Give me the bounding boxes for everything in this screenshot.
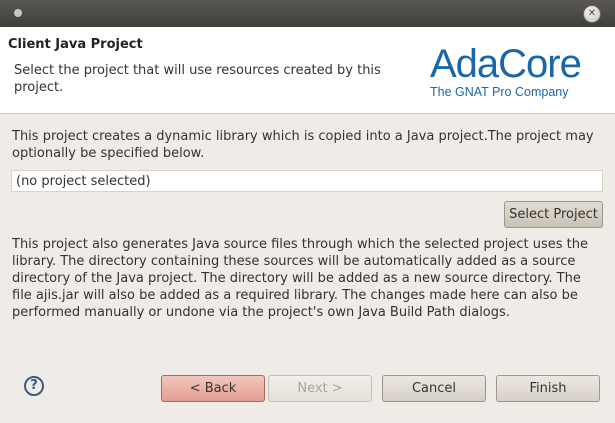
wizard-window: ✕ Client Java Project Select the project… [0,0,615,423]
project-field[interactable] [11,170,603,192]
finish-button[interactable]: Finish [496,375,600,402]
adacore-logo: AdaCore [430,42,582,86]
next-button[interactable]: Next > [268,375,372,402]
title-bar[interactable]: ✕ [0,0,615,27]
back-button[interactable]: < Back [161,375,265,402]
detail-text: This project also generates Java source … [12,237,588,320]
page-title: Client Java Project [8,37,143,52]
intro-text: This project creates a dynamic library w… [12,129,594,161]
help-icon[interactable]: ? [24,376,44,396]
adacore-tagline: The GNAT Pro Company [430,85,569,99]
close-icon[interactable]: ✕ [583,5,601,23]
cancel-button[interactable]: Cancel [382,375,486,402]
page-description: Select the project that will use resourc… [14,63,381,95]
window-menu-icon[interactable] [14,9,22,17]
select-project-button[interactable]: Select Project [504,201,603,228]
